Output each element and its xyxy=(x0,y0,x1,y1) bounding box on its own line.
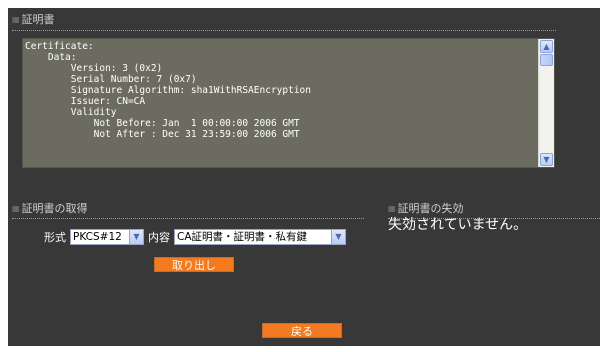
chevron-down-icon[interactable]: ▼ xyxy=(331,230,345,244)
dotted-grid-icon: ▦ xyxy=(388,204,396,213)
chevron-up-icon[interactable]: ▲ xyxy=(540,40,553,53)
format-label: 形式 xyxy=(44,231,66,244)
dotted-grid-icon: ▦ xyxy=(12,204,20,213)
certificate-textarea[interactable]: Certificate: Data: Version: 3 (0x2) Seri… xyxy=(22,38,555,168)
certificate-content: Certificate: Data: Version: 3 (0x2) Seri… xyxy=(25,41,311,140)
scroll-thumb[interactable] xyxy=(540,54,553,66)
extract-button[interactable]: 取り出し xyxy=(154,257,234,272)
format-select-value: PKCS#12 xyxy=(73,231,122,243)
content-select[interactable]: CA証明書・証明書・私有鍵 ▼ xyxy=(174,229,346,245)
retrieve-section-title: 証明書の取得 xyxy=(21,202,88,215)
section-divider xyxy=(12,218,364,219)
content-select-value: CA証明書・証明書・私有鍵 xyxy=(177,231,308,243)
revocation-section-header: ▦ 証明書の失効 xyxy=(388,201,464,217)
revocation-section-title: 証明書の失効 xyxy=(397,202,464,215)
chevron-down-icon[interactable]: ▼ xyxy=(540,153,553,166)
chevron-down-icon[interactable]: ▼ xyxy=(129,230,143,244)
revocation-status: 失効されていません。 xyxy=(388,217,528,233)
format-select[interactable]: PKCS#12 ▼ xyxy=(70,229,144,245)
certificate-section-title: 証明書 xyxy=(21,13,55,26)
certificate-section-header: ▦ 証明書 xyxy=(12,12,55,28)
content-label: 内容 xyxy=(148,231,170,244)
dotted-grid-icon: ▦ xyxy=(12,15,20,24)
vertical-scrollbar[interactable]: ▲ ▼ xyxy=(538,39,554,167)
back-button[interactable]: 戻る xyxy=(262,323,342,338)
retrieve-section-header: ▦ 証明書の取得 xyxy=(12,201,88,217)
main-panel: ▦ 証明書 Certificate: Data: Version: 3 (0x2)… xyxy=(8,8,600,346)
section-divider xyxy=(12,30,556,31)
